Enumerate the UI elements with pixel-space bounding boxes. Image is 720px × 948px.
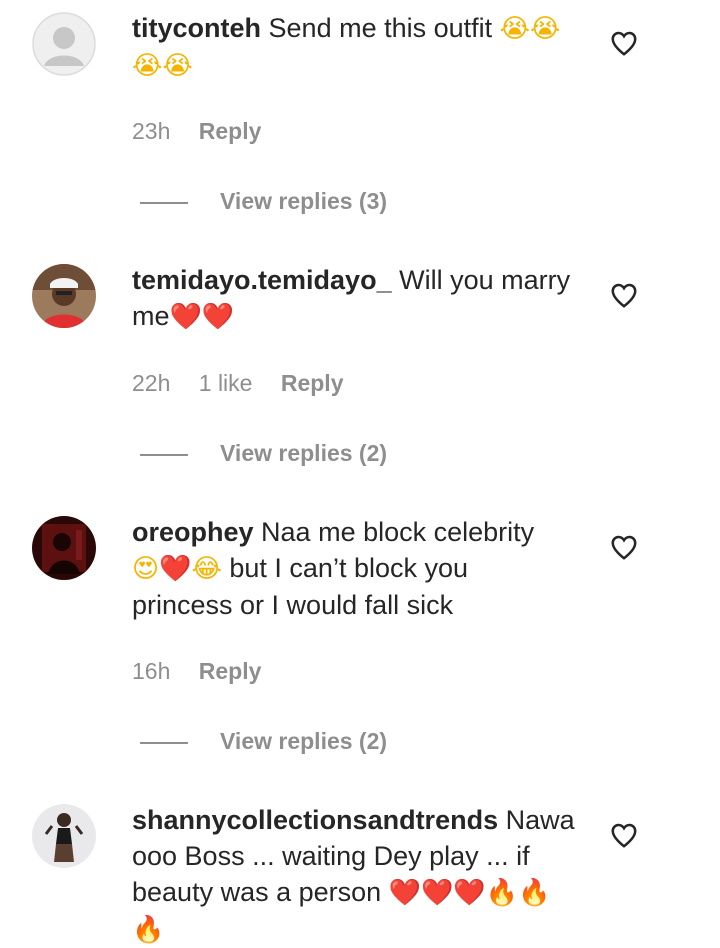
red-heart-emoji: ❤️❤️	[169, 302, 235, 332]
fire-emoji: 🔥	[132, 915, 165, 945]
comment-content: me	[132, 301, 170, 331]
reply-button[interactable]: Reply	[199, 118, 262, 144]
avatar[interactable]	[32, 804, 96, 868]
username[interactable]: tityconteh	[132, 13, 261, 43]
view-replies-button[interactable]: View replies (2)	[140, 438, 387, 468]
reply-button[interactable]: Reply	[199, 658, 262, 684]
comment-content: Will you marry	[399, 265, 571, 295]
avatar[interactable]	[32, 264, 96, 328]
avatar[interactable]	[32, 516, 96, 580]
username[interactable]: shannycollectionsandtrends	[132, 805, 498, 835]
comment-content: beauty was a person	[132, 877, 382, 907]
comment-text: shannycollectionsandtrends Nawa ooo Boss…	[132, 802, 582, 948]
username[interactable]: oreophey	[132, 517, 254, 547]
comment-text: oreophey Naa me block celebrity 😍❤️😂 but…	[132, 514, 582, 623]
comment-text: temidayo.temidayo_ Will you marry me❤️❤️	[132, 262, 582, 335]
divider-line	[140, 741, 188, 744]
comment-content: ooo Boss ... waiting Dey play ... if	[132, 841, 530, 871]
heart-eyes-emoji: 😍❤️😂	[132, 554, 222, 584]
username[interactable]: temidayo.temidayo_	[132, 265, 392, 295]
avatar[interactable]	[32, 12, 96, 76]
comment-content: but I can’t block you	[229, 553, 469, 583]
view-replies-label: View replies (2)	[220, 440, 388, 466]
view-replies-label: View replies (2)	[220, 728, 388, 754]
comment-content: princess or I would fall sick	[132, 590, 454, 620]
comment-content: Nawa	[505, 805, 575, 835]
view-replies-label: View replies (3)	[220, 188, 388, 214]
like-count[interactable]: 1 like	[199, 370, 253, 396]
like-heart-icon[interactable]	[609, 280, 639, 310]
comment-meta: 16h Reply	[132, 656, 283, 686]
view-replies-button[interactable]: View replies (2)	[140, 726, 387, 756]
comment-content: Send me this outfit	[268, 13, 493, 43]
comment-meta: 22h 1 like Reply	[132, 368, 366, 398]
divider-line	[140, 453, 188, 456]
like-heart-icon[interactable]	[609, 28, 639, 58]
view-replies-button[interactable]: View replies (3)	[140, 186, 387, 216]
comment-meta: 23h Reply	[132, 116, 283, 146]
timestamp: 16h	[132, 658, 171, 684]
loudly-crying-emoji: 😭😭	[132, 51, 193, 81]
divider-line	[140, 201, 188, 204]
comment-text: tityconteh Send me this outfit 😭😭 😭😭	[132, 10, 582, 84]
timestamp: 22h	[132, 370, 171, 396]
like-heart-icon[interactable]	[609, 820, 639, 850]
loudly-crying-emoji: 😭😭	[499, 14, 561, 44]
red-heart-emoji: ❤️❤️❤️🔥🔥	[388, 878, 551, 908]
timestamp: 23h	[132, 118, 171, 144]
reply-button[interactable]: Reply	[281, 370, 344, 396]
like-heart-icon[interactable]	[609, 532, 639, 562]
comment-content: Naa me block celebrity	[261, 517, 535, 547]
